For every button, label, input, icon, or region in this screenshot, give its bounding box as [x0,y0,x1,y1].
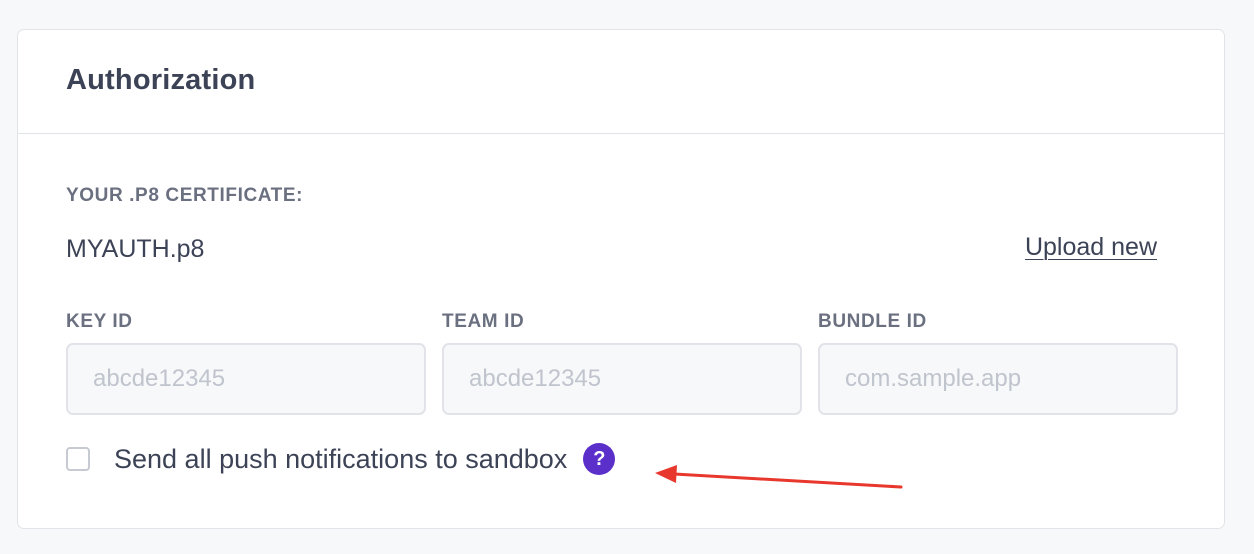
sandbox-option: Send all push notifications to sandbox ? [66,442,616,476]
bundle-id-field-group: BUNDLE ID [818,311,1178,415]
key-id-input[interactable] [66,343,426,415]
team-id-label: TEAM ID [442,311,525,332]
question-circle-icon[interactable]: ? [583,443,616,475]
authorization-card: Authorization YOUR .P8 CERTIFICATE: MYAU… [17,29,1225,529]
team-id-field-group: TEAM ID [442,311,802,415]
key-id-field-group: KEY ID [66,311,426,415]
team-id-input[interactable] [442,343,802,415]
upload-new-link[interactable]: Upload new [1025,233,1157,262]
card-header: Authorization [18,30,1224,134]
key-id-label: KEY ID [66,311,133,332]
sandbox-label[interactable]: Send all push notifications to sandbox [114,444,567,475]
bundle-id-input[interactable] [818,343,1178,415]
card-title: Authorization [66,64,256,96]
certificate-label: YOUR .P8 CERTIFICATE: [66,185,304,206]
sandbox-checkbox[interactable] [66,447,90,471]
certificate-filename: MYAUTH.p8 [66,235,205,263]
bundle-id-label: BUNDLE ID [818,311,927,332]
